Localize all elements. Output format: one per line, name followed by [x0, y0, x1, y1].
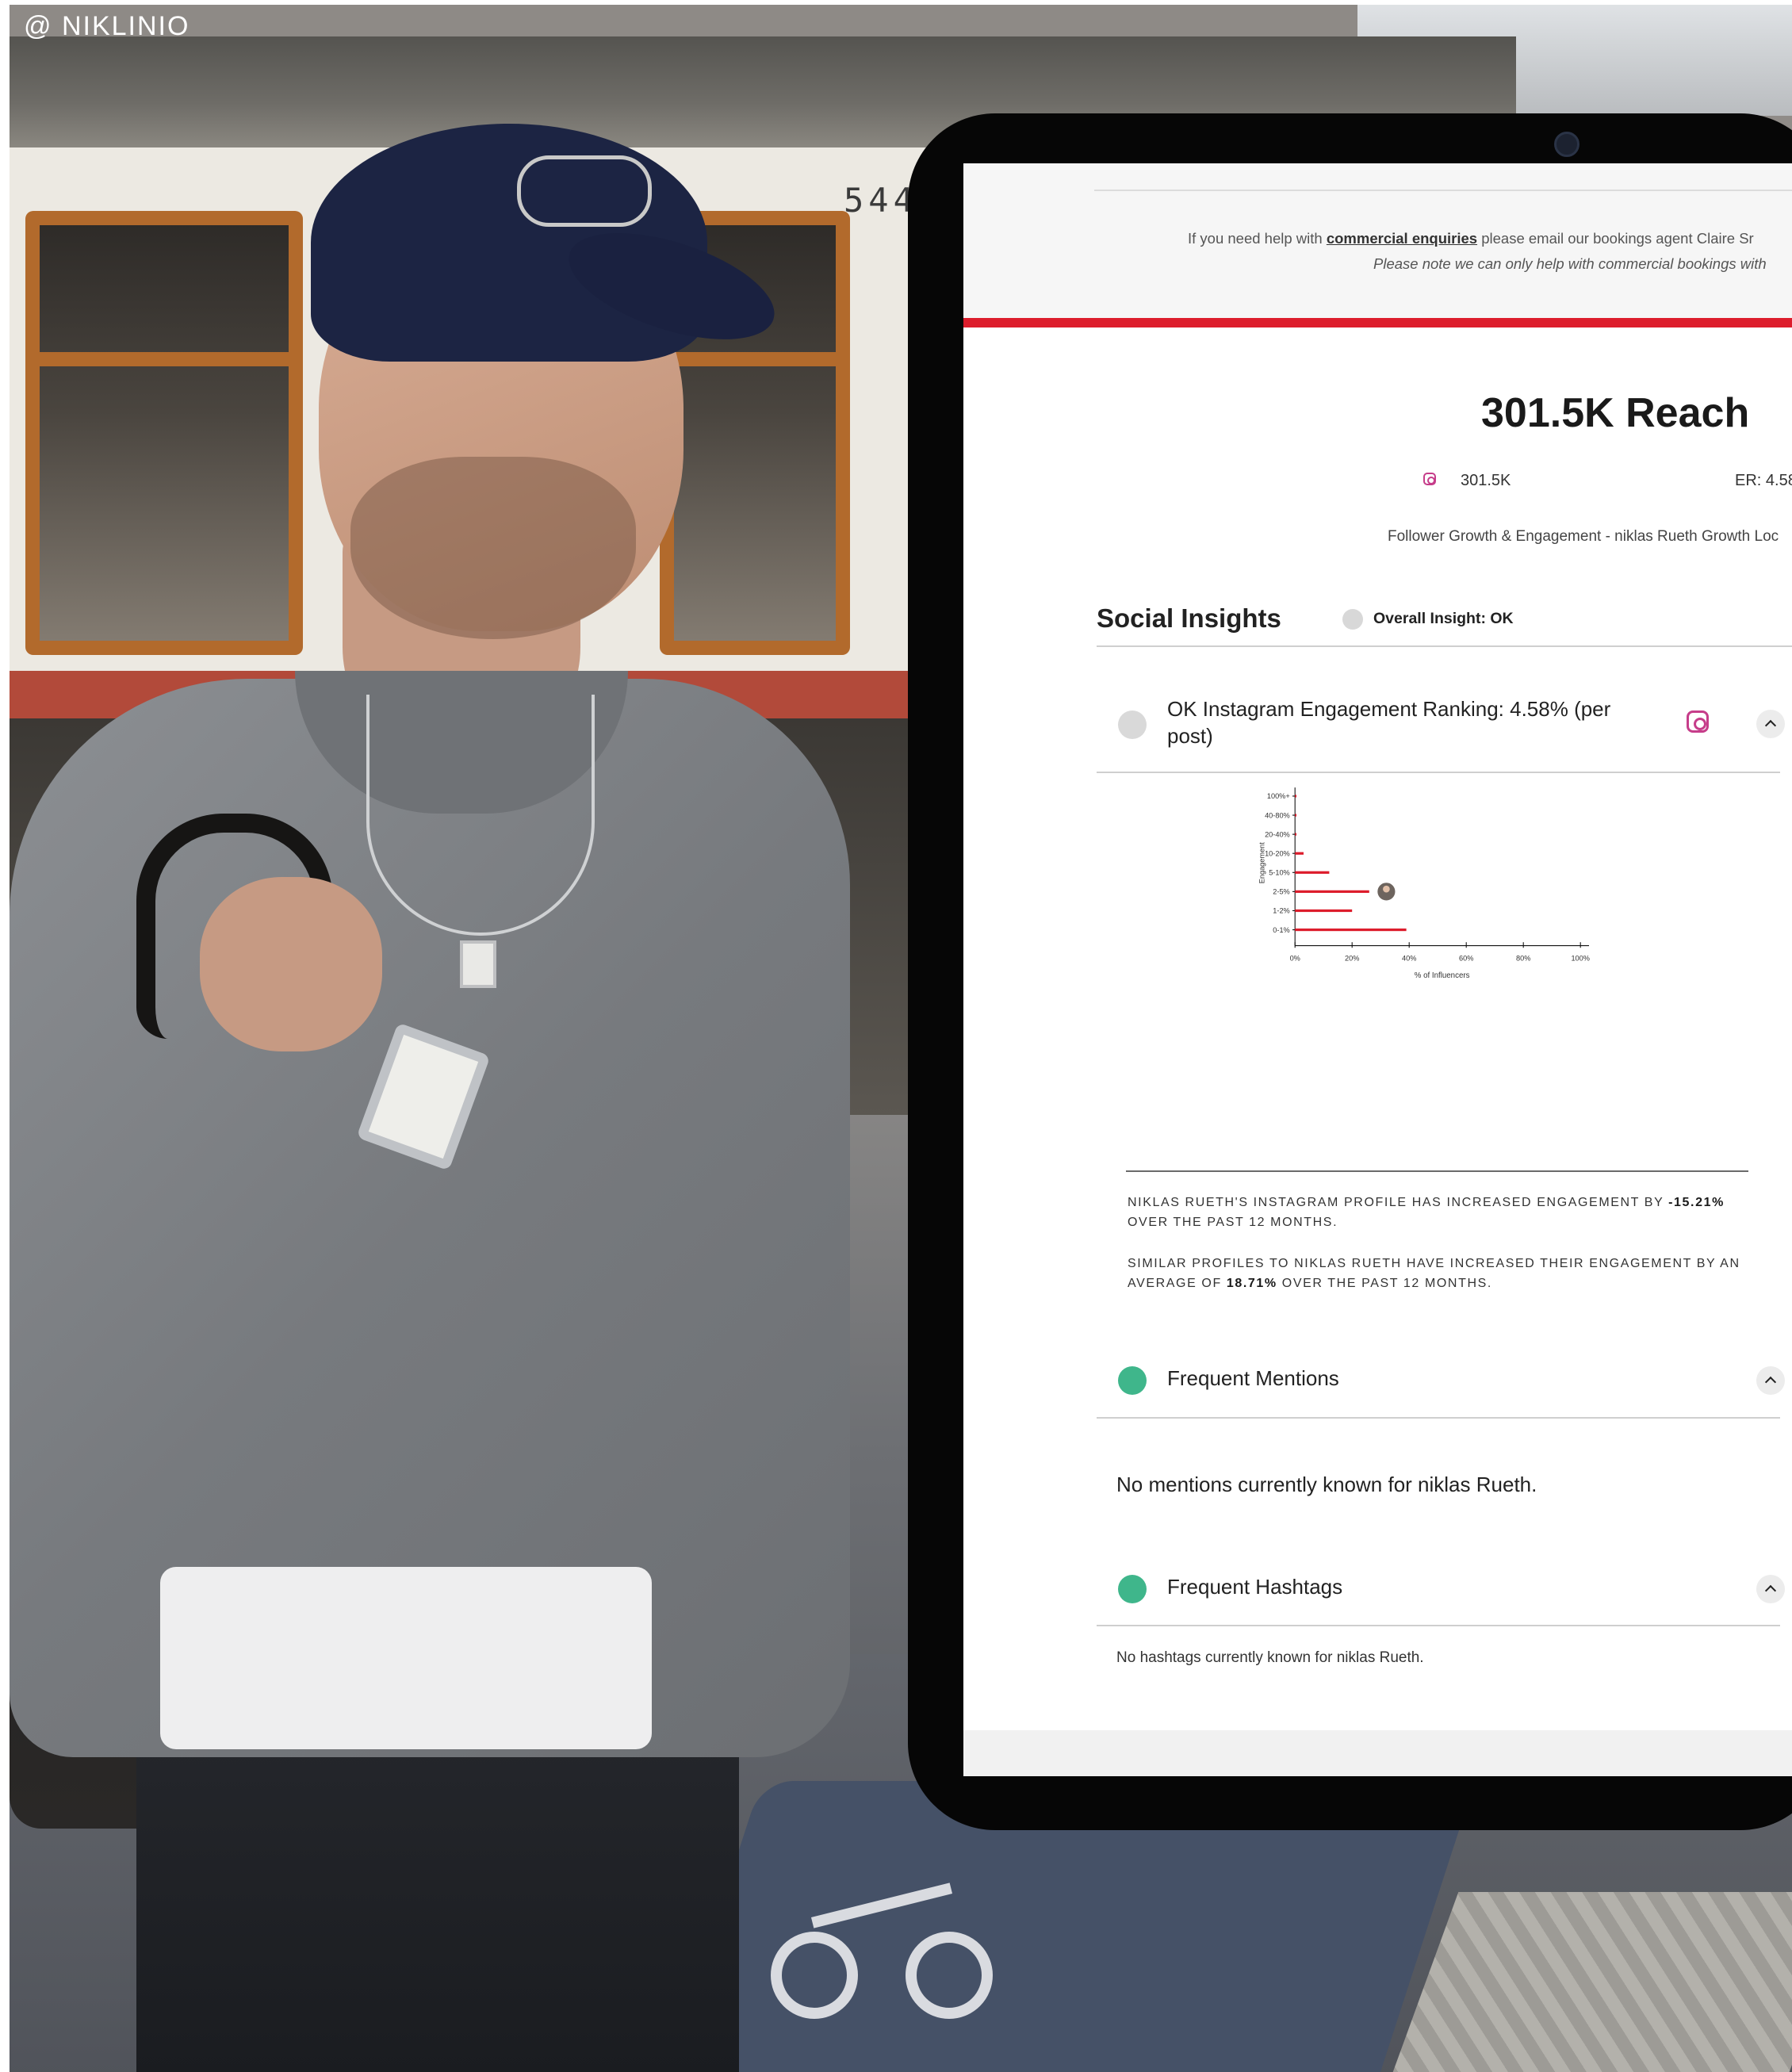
stat-value: -15.21% — [1668, 1196, 1725, 1209]
bar — [1295, 852, 1304, 855]
hashtags-status-icon — [1118, 1575, 1147, 1603]
engagement-ranking-title[interactable]: OK Instagram Engagement Ranking: 4.58% (… — [1167, 695, 1659, 749]
screen-footer — [963, 1730, 1792, 1776]
overall-insight: Overall Insight: OK — [1373, 610, 1514, 627]
stat-text: Niklas Rueth's Instagram profile has inc… — [1128, 1196, 1669, 1209]
instagram-icon — [1423, 473, 1436, 485]
x-axis-label: % of Influencers — [1415, 971, 1470, 980]
reach-title: 301.5K Reach — [1481, 390, 1750, 436]
stat-text: over the past 12 months. — [1277, 1277, 1492, 1290]
tablet-screen[interactable]: If you need help with commercial enquiri… — [963, 163, 1792, 1776]
engagement-growth-stat: Niklas Rueth's Instagram profile has inc… — [1128, 1193, 1762, 1232]
tablet-camera-icon — [1554, 132, 1579, 157]
y-tick-label: 1-2% — [1273, 907, 1289, 915]
page-frame: 544 @ NIKLINIO If you need help with com… — [0, 0, 1792, 2072]
collapse-chevron-up-icon[interactable] — [1756, 710, 1785, 738]
instagram-icon[interactable] — [1687, 710, 1709, 733]
bar — [1295, 909, 1353, 913]
x-tick-label: 60% — [1459, 954, 1473, 962]
section-divider — [1097, 772, 1780, 773]
bar — [1295, 814, 1296, 817]
section-divider — [1097, 1625, 1780, 1626]
x-tick-label: 0% — [1290, 954, 1300, 962]
bar — [1295, 795, 1296, 798]
notice-divider — [1094, 190, 1792, 191]
stat-text: over the past 12 months. — [1128, 1216, 1338, 1229]
hashtags-empty-text: No hashtags currently known for niklas R… — [1116, 1649, 1424, 1666]
social-insights-title: Social Insights — [1097, 603, 1281, 633]
profile-avatar-face — [1383, 885, 1390, 893]
x-tick-label: 100% — [1571, 954, 1589, 962]
x-tick-label: 20% — [1345, 954, 1359, 962]
cap-logo-icon — [517, 155, 652, 227]
y-tick-label: 20-40% — [1265, 830, 1290, 838]
collapse-chevron-up-icon[interactable] — [1756, 1366, 1785, 1395]
follower-growth-link[interactable]: Follower Growth & Engagement - niklas Ru… — [1388, 528, 1779, 546]
necklace — [366, 695, 595, 936]
white-tshirt-hem — [160, 1567, 652, 1749]
frequent-mentions-title[interactable]: Frequent Mentions — [1167, 1366, 1339, 1391]
engagement-status-icon — [1118, 710, 1147, 739]
notice-text: please email our bookings agent Claire S… — [1477, 230, 1754, 247]
similar-profiles-stat: Similar profiles to niklas Rueth have in… — [1128, 1254, 1762, 1293]
y-axis-label: Engagement — [1258, 842, 1266, 883]
y-tick-label: 2-5% — [1273, 888, 1289, 896]
y-tick-label: 5-10% — [1269, 869, 1290, 877]
notice-line-2: Please note we can only help with commer… — [1373, 255, 1767, 272]
y-tick-label: 100%+ — [1267, 792, 1290, 800]
collapse-chevron-up-icon[interactable] — [1756, 1575, 1785, 1603]
engagement-rate: ER: 4.58 — [1735, 472, 1792, 489]
necklace-pendant — [460, 940, 496, 988]
accent-divider — [963, 318, 1792, 327]
person — [10, 124, 913, 2072]
mentions-status-icon — [1118, 1366, 1147, 1395]
y-tick-label: 0-1% — [1273, 926, 1289, 934]
beard — [350, 457, 636, 639]
x-tick-label: 80% — [1516, 954, 1530, 962]
bar — [1295, 928, 1407, 932]
mentions-empty-text: No mentions currently known for niklas R… — [1116, 1473, 1537, 1496]
instagram-reach-count: 301.5K — [1461, 472, 1511, 489]
hand — [200, 877, 382, 1051]
commercial-enquiries-link[interactable]: commercial enquiries — [1327, 230, 1477, 247]
stats-divider — [1126, 1170, 1748, 1172]
notice-line-1: If you need help with commercial enquiri… — [1188, 230, 1754, 247]
social-insights-divider — [1097, 645, 1792, 647]
y-tick-label: 10-20% — [1265, 849, 1290, 857]
overall-insight-status-icon — [1342, 609, 1363, 630]
bar — [1295, 871, 1330, 874]
notice-text: If you need help with — [1188, 230, 1327, 247]
section-divider — [1097, 1417, 1780, 1419]
frequent-hashtags-title[interactable]: Frequent Hashtags — [1167, 1575, 1342, 1599]
y-tick-label: 40-80% — [1265, 811, 1290, 819]
x-tick-label: 40% — [1402, 954, 1416, 962]
stat-value: 18.71% — [1226, 1277, 1277, 1290]
commercial-notice: If you need help with commercial enquiri… — [963, 163, 1792, 318]
engagement-distribution-chart: 100%+ 40-80% 20-40% 10-20% 5-10% 2-5% 1-2% 0-1%… — [1258, 787, 1590, 980]
bar — [1295, 890, 1369, 893]
bar — [1295, 833, 1296, 836]
watermark: @ NIKLINIO — [24, 11, 190, 41]
